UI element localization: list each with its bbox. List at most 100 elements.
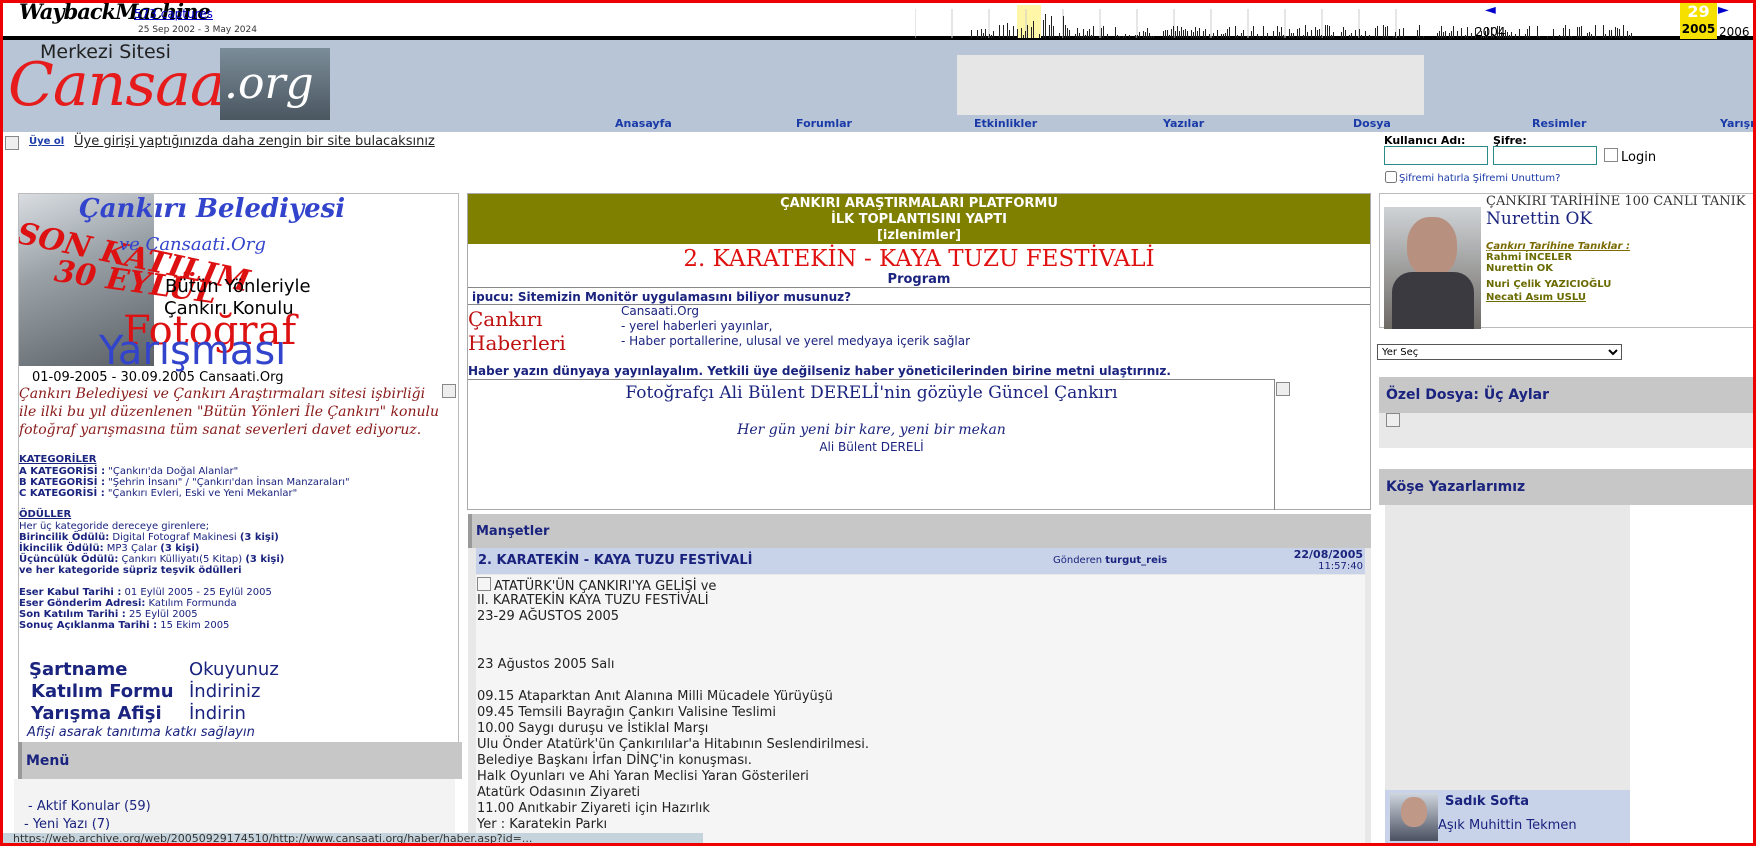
- prev-capture-arrow[interactable]: ◄: [1485, 2, 1496, 18]
- columnist-name[interactable]: Sadık Softa: [1445, 794, 1529, 809]
- witness-item[interactable]: Nuri Çelik YAZICIOĞLU: [1486, 279, 1611, 290]
- capture-bar: [1277, 26, 1278, 38]
- capture-bar: [1315, 27, 1316, 38]
- capture-bar: [1565, 25, 1566, 38]
- capture-bar: [1365, 31, 1366, 38]
- witness-name[interactable]: Nurettin OK: [1486, 209, 1592, 229]
- member-message[interactable]: Üye girişi yaptığınızda daha zengin bir …: [74, 134, 435, 149]
- next-capture-arrow[interactable]: ►: [1718, 2, 1729, 18]
- platform-banner[interactable]: ÇANKIRI ARAŞTIRMALARI PLATFORMU İLK TOPL…: [468, 194, 1370, 244]
- witness-list-heading[interactable]: Çankırı Tarihine Tanıklar :: [1486, 241, 1630, 252]
- festival-title[interactable]: 2. KARATEKİN - KAYA TUZU FESTİVALİ: [468, 246, 1370, 272]
- columnist-article[interactable]: Aşık Muhittin Tekmen: [1438, 818, 1577, 833]
- witness-item[interactable]: Rahmi İNCELER: [1486, 252, 1572, 263]
- witness-item[interactable]: Nurettin OK: [1486, 263, 1553, 274]
- headline-line: II. KARATEKİN KAYA TUZU FESTİVALİ: [477, 593, 709, 608]
- capture-bar: [1123, 36, 1124, 38]
- join-link[interactable]: Üye ol: [29, 136, 64, 147]
- capture-bar: [1025, 31, 1026, 38]
- nav-yazilar[interactable]: Yazılar: [1163, 117, 1204, 130]
- capture-bar: [1569, 29, 1570, 38]
- menu-item-aktif-konular[interactable]: - Aktif Konular (59): [28, 799, 151, 814]
- capture-bar: [1515, 34, 1516, 38]
- capture-bar: [1243, 30, 1244, 38]
- witness-item[interactable]: Necati Asım USLU: [1486, 292, 1586, 303]
- photo-of-day-image[interactable]: [1276, 382, 1290, 396]
- headline-line: [477, 641, 1365, 657]
- category-c: C KATEGORİSİ : "Çankırı Evleri, Eski ve …: [19, 488, 298, 499]
- headline-line: 09.15 Ataparktan Anıt Alanına Milli Müca…: [477, 689, 833, 704]
- contest-poster[interactable]: Çankırı Belediyesi SON KATILIM ve Cansaa…: [19, 194, 458, 374]
- capture-bar: [1135, 35, 1136, 38]
- afis-download-link[interactable]: İndirin: [189, 703, 246, 724]
- logo-org-photo[interactable]: .org: [220, 48, 330, 120]
- form-download-link[interactable]: İndiriniz: [189, 681, 260, 702]
- capture-bar: [1537, 26, 1538, 38]
- special-file-heading[interactable]: Özel Dosya: Üç Aylar: [1379, 377, 1756, 413]
- password-input[interactable]: [1493, 146, 1597, 165]
- capture-sparkline[interactable]: [915, 5, 1650, 38]
- capture-bar: [1349, 35, 1350, 38]
- poster-ve-cansaati: ve Cansaati.Org: [119, 234, 266, 255]
- year-next[interactable]: 2006: [1719, 25, 1750, 39]
- capture-bar: [1177, 26, 1178, 38]
- news-line-2: - yerel haberleri yayınlar,: [621, 319, 773, 333]
- nav-etkinlikler[interactable]: Etkinlikler: [974, 117, 1037, 130]
- forgot-password-link[interactable]: Şifremi Unuttum?: [1473, 173, 1561, 184]
- capture-bar: [1559, 35, 1560, 38]
- festival-program-link[interactable]: Program: [468, 272, 1370, 287]
- nav-resimler[interactable]: Resimler: [1532, 117, 1586, 130]
- capture-bar: [1259, 36, 1260, 38]
- nav-dosya[interactable]: Dosya: [1353, 117, 1391, 130]
- capture-bar: [1205, 29, 1206, 38]
- capture-bar: [1399, 29, 1400, 38]
- capture-bar: [1441, 26, 1442, 38]
- nav-anasayfa[interactable]: Anasayfa: [615, 117, 672, 130]
- capture-bar: [1197, 31, 1198, 38]
- capture-bar: [1257, 34, 1258, 38]
- headline-line: 11.00 Anıtkabir Ziyareti için Hazırlık: [477, 801, 710, 816]
- capture-bar: [1403, 28, 1404, 38]
- nav-yarisma[interactable]: Yarışm: [1720, 117, 1756, 130]
- photo-title[interactable]: Fotoğrafçı Ali Bülent DERELİ'nin gözüyle…: [468, 383, 1275, 403]
- witness-photo-coat: [1392, 272, 1474, 329]
- capture-bar: [1437, 33, 1438, 38]
- capture-bar: [1075, 34, 1076, 38]
- login-button[interactable]: Login: [1604, 148, 1656, 165]
- remember-me[interactable]: Şifremi hatırla Şifremi Unuttum?: [1385, 171, 1560, 184]
- headline-title[interactable]: 2. KARATEKİN - KAYA TUZU FESTİVALİ: [478, 553, 752, 568]
- capture-bar: [1279, 32, 1280, 38]
- capture-bar: [1299, 28, 1300, 38]
- platform-line-3[interactable]: [izlenimler]: [468, 228, 1370, 244]
- capture-bar: [1611, 30, 1612, 38]
- year-prev[interactable]: 2004: [1475, 25, 1506, 39]
- capture-bar: [1359, 29, 1360, 38]
- headline-line: 23 Ağustos 2005 Salı: [477, 657, 615, 672]
- capture-bar: [1067, 28, 1068, 38]
- remember-checkbox[interactable]: [1385, 171, 1397, 183]
- menu-item-yeni-yazi[interactable]: - Yeni Yazı (7): [24, 817, 110, 832]
- capture-bar: [1085, 35, 1086, 38]
- capture-bar: [1087, 31, 1088, 38]
- special-file-image[interactable]: [1386, 413, 1400, 427]
- sartname-link[interactable]: Okuyunuz: [189, 659, 279, 680]
- capture-bar: [1223, 34, 1224, 38]
- capture-range: 25 Sep 2002 - 3 May 2024: [138, 25, 257, 35]
- witness-heading: ÇANKIRI TARİHİNE 100 CANLI TANIK: [1486, 194, 1746, 209]
- capture-bar: [1153, 36, 1154, 38]
- captures-link[interactable]: 573 captures: [134, 7, 213, 21]
- center-panel: ÇANKIRI ARAŞTIRMALARI PLATFORMU İLK TOPL…: [467, 193, 1371, 510]
- capture-bar: [1417, 30, 1418, 38]
- capture-bar: [1325, 25, 1326, 38]
- capture-bar: [1237, 35, 1238, 38]
- location-select[interactable]: Yer Seç: [1377, 344, 1622, 360]
- capture-bar: [1179, 31, 1180, 38]
- poster-thumb-icon: [442, 384, 456, 398]
- columnist-photo-face: [1401, 797, 1427, 827]
- username-input[interactable]: [1384, 146, 1488, 165]
- capture-bar: [1615, 27, 1616, 38]
- nav-forumlar[interactable]: Forumlar: [796, 117, 852, 130]
- tip-bar[interactable]: ipucu: Sitemizin Monitör uygulamasını bi…: [468, 287, 1370, 305]
- capture-bar: [981, 29, 982, 38]
- capture-bar: [1453, 26, 1454, 38]
